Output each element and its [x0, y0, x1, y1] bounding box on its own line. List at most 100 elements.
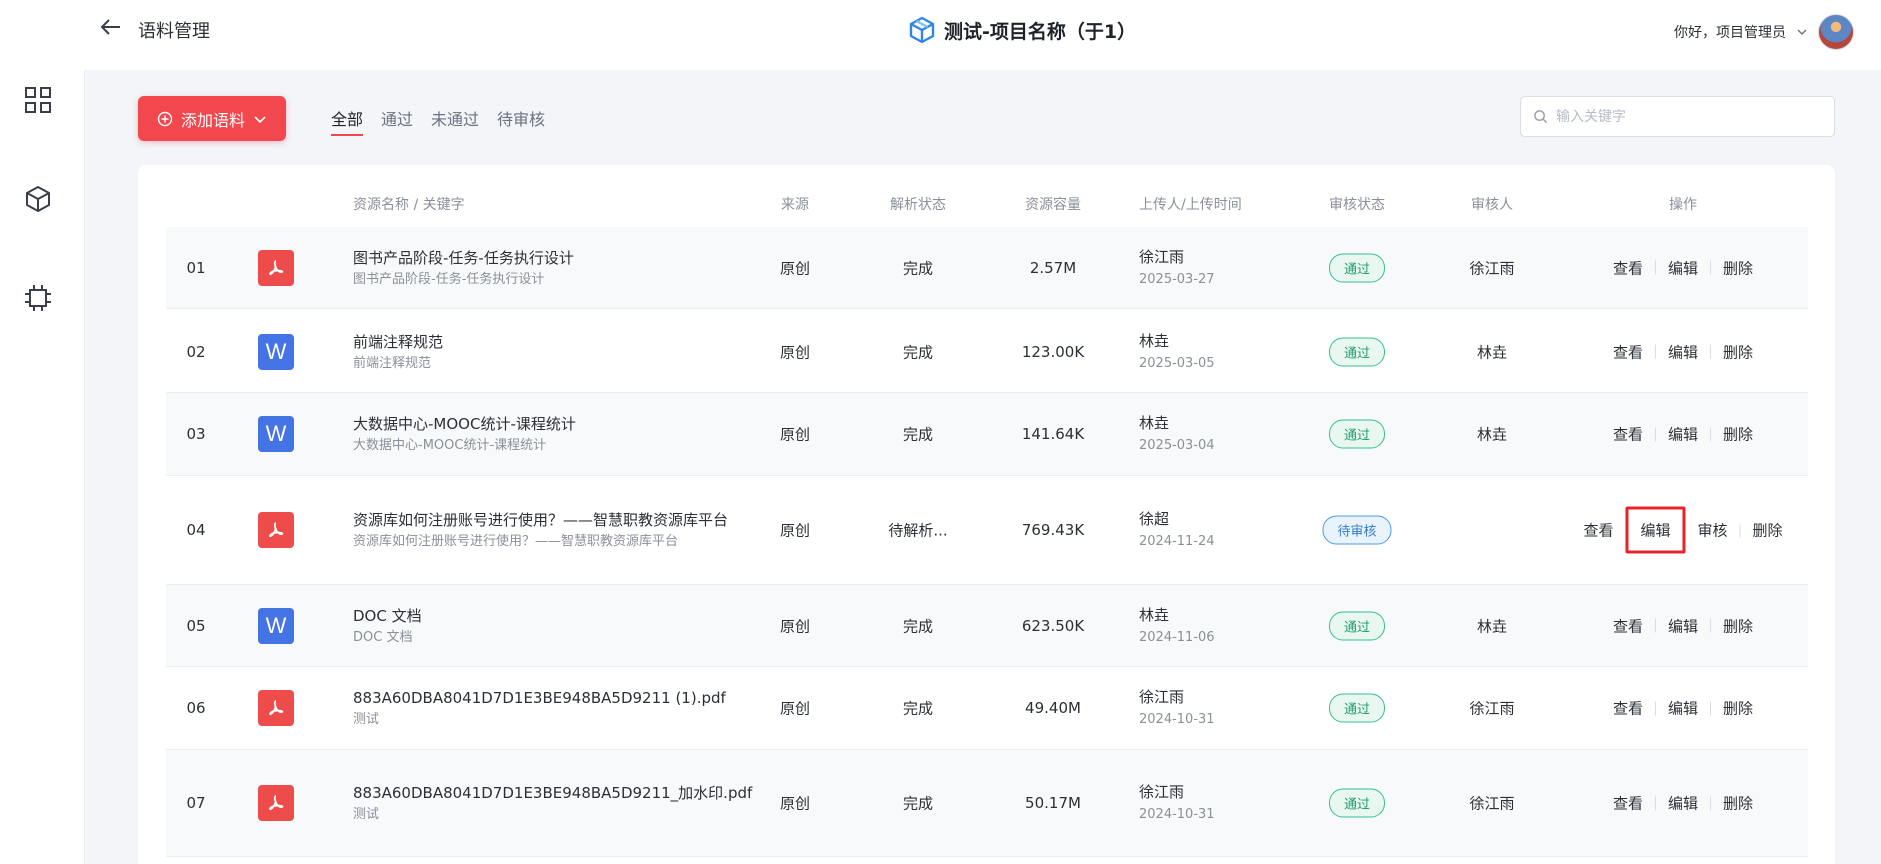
delete-button[interactable]: 删除 [1711, 341, 1765, 362]
col-size: 资源容量 [1025, 197, 1081, 213]
acrobat-glyph [269, 522, 284, 538]
edit-button[interactable]: 编辑 [1656, 793, 1710, 814]
row-index: 07 [186, 794, 206, 812]
search-box [1520, 96, 1835, 137]
parse-status: 完成 [902, 259, 934, 277]
word-glyph: W [265, 421, 287, 446]
resource-name-cell: 883A60DBA8041D7D1E3BE948BA5D9211 (1).pdf… [353, 686, 753, 730]
table-header: 资源名称 / 关键字 来源 解析状态 资源容量 上传人/上传时间 审核状态 审核… [138, 165, 1835, 225]
uploader-name: 林垚 [1139, 331, 1170, 350]
tab-passed[interactable]: 通过 [381, 106, 413, 136]
resource-name[interactable]: 883A60DBA8041D7D1E3BE948BA5D9211 (1).pdf [353, 686, 753, 710]
edit-button[interactable]: 编辑 [1656, 424, 1710, 445]
resource-name[interactable]: 883A60DBA8041D7D1E3BE948BA5D9211_加水印.pdf [353, 781, 753, 805]
cube-icon[interactable] [22, 183, 54, 215]
reviewer: 徐江雨 [1469, 699, 1515, 718]
grid-icon[interactable] [22, 84, 54, 116]
source: 原创 [779, 617, 811, 635]
view-button[interactable]: 查看 [1601, 698, 1655, 719]
resource-name-cell: 图书产品阶段-任务-任务执行设计 图书产品阶段-任务-任务执行设计 [353, 246, 753, 290]
view-button[interactable]: 查看 [1601, 341, 1655, 362]
col-parse-status: 解析状态 [890, 197, 946, 213]
upload-time: 2024-10-31 [1139, 807, 1215, 822]
delete-button[interactable]: 删除 [1711, 257, 1765, 278]
table-row: 03 W 大数据中心-MOOC统计-课程统计 大数据中心-MOOC统计-课程统计 原创完… [166, 393, 1808, 476]
acrobat-glyph [269, 795, 284, 811]
corpus-table: 资源名称 / 关键字 来源 解析状态 资源容量 上传人/上传时间 审核状态 审核… [138, 165, 1835, 864]
chevron-down-icon [1797, 29, 1807, 35]
col-reviewer: 审核人 [1471, 197, 1513, 213]
table-row: 05 W DOC 文档 DOC 文档 原创 完成 623.50K 林垚 2024-11-06 通过… [166, 585, 1808, 667]
edit-button[interactable]: 编辑 [1656, 257, 1710, 278]
search-input[interactable] [1556, 108, 1826, 125]
resource-name[interactable]: 大数据中心-MOOC统计-课程统计 [353, 412, 753, 436]
resource-keyword: 资源库如何注册账号进行使用？——智慧职教资源库平台 [353, 534, 679, 549]
view-button[interactable]: 查看 [1601, 615, 1655, 636]
delete-button[interactable]: 删除 [1711, 698, 1765, 719]
edit-button[interactable]: 编辑 [1656, 698, 1710, 719]
view-button[interactable]: 查看 [1601, 793, 1655, 814]
review-button[interactable]: 审核 [1686, 520, 1740, 541]
row-index: 03 [186, 425, 206, 443]
pdf-file-icon [258, 785, 294, 821]
resource-keyword: 图书产品阶段-任务-任务执行设计 [353, 271, 545, 287]
row-actions: 查看 编辑 删除 [1601, 341, 1765, 362]
upload-time: 2024-11-06 [1139, 629, 1215, 645]
reviewer: 林垚 [1476, 343, 1508, 361]
parse-status: 完成 [902, 343, 934, 361]
resource-name[interactable]: 图书产品阶段-任务-任务执行设计 [353, 246, 753, 270]
acrobat-glyph [269, 700, 284, 716]
view-button[interactable]: 查看 [1601, 424, 1655, 445]
uploader-cell: 徐江雨 2024-10-31 [1139, 685, 1215, 731]
resource-keyword: 测试 [353, 807, 380, 822]
parse-status: 完成 [902, 794, 934, 813]
file-size: 623.50K [1021, 616, 1085, 635]
file-size: 2.57M [1029, 258, 1077, 277]
resource-name-cell: 前端注释规范 前端注释规范 [353, 330, 753, 374]
resource-name-cell: 资源库如何注册账号进行使用？——智慧职教资源库平台资源库如何注册账号进行使用？—… [353, 508, 753, 552]
delete-button[interactable]: 删除 [1711, 615, 1765, 636]
tab-rejected[interactable]: 未通过 [431, 106, 479, 136]
tab-pending[interactable]: 待审核 [497, 106, 545, 136]
row-index: 06 [186, 699, 206, 717]
word-file-icon: W [258, 607, 294, 644]
word-file-icon: W [258, 416, 294, 452]
row-actions: 查看 编辑 删除 [1601, 257, 1765, 278]
word-glyph: W [265, 338, 287, 364]
add-corpus-button[interactable]: 添加语料 [138, 96, 286, 141]
view-button[interactable]: 查看 [1601, 257, 1655, 278]
back-button[interactable] [96, 12, 126, 42]
resource-name[interactable]: DOC 文档 [353, 604, 753, 628]
resource-keyword: 前端注释规范 [353, 355, 432, 371]
col-review-status: 审核状态 [1329, 197, 1385, 213]
col-source: 来源 [781, 197, 809, 213]
delete-button[interactable]: 删除 [1711, 793, 1765, 814]
col-uploader: 上传人/上传时间 [1139, 197, 1242, 213]
filter-tabs: 全部 通过 未通过 待审核 [331, 106, 545, 136]
resource-name-cell: DOC 文档 DOC 文档 [353, 604, 753, 648]
crop-icon[interactable] [22, 282, 54, 314]
add-corpus-label: 添加语料 [180, 110, 245, 130]
row-actions: 查看 编辑 删除 [1601, 615, 1765, 636]
source: 原创 [779, 343, 811, 361]
edit-button[interactable]: 编辑 [1656, 341, 1710, 362]
parse-status: 完成 [902, 617, 934, 635]
project-title: 测试-项目名称（于1） [908, 16, 1136, 44]
avatar[interactable] [1818, 14, 1854, 50]
tab-all[interactable]: 全部 [331, 106, 364, 136]
edit-button[interactable]: 编辑 [1625, 506, 1686, 554]
resource-name[interactable]: 资源库如何注册账号进行使用？——智慧职教资源库平台 [353, 508, 753, 532]
resource-keyword: DOC 文档 [353, 629, 413, 645]
source: 原创 [779, 425, 811, 444]
delete-button[interactable]: 删除 [1741, 520, 1795, 541]
edit-button[interactable]: 编辑 [1656, 615, 1710, 636]
plus-circle-icon [157, 111, 173, 126]
user-menu[interactable]: 你好，项目管理员 [1674, 14, 1854, 50]
resource-name[interactable]: 前端注释规范 [353, 330, 753, 354]
page-title: 语料管理 [138, 21, 210, 42]
upload-time: 2025-03-05 [1139, 355, 1215, 371]
view-button[interactable]: 查看 [1571, 520, 1625, 541]
source: 原创 [779, 259, 811, 277]
delete-button[interactable]: 删除 [1711, 424, 1765, 445]
reviewer: 林垚 [1476, 617, 1508, 635]
